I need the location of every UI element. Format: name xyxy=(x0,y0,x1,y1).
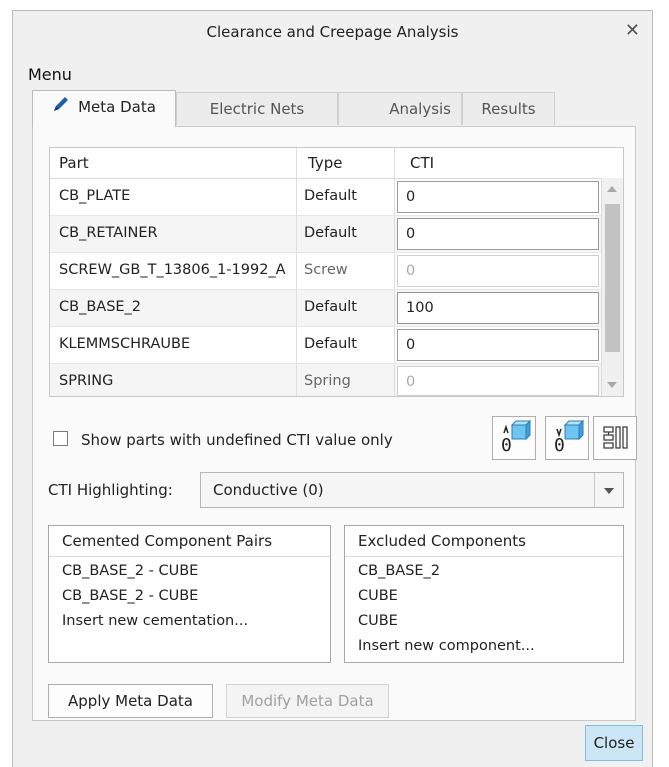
list-item[interactable]: CUBE xyxy=(358,588,398,604)
list-header: Cemented Component Pairs xyxy=(49,526,330,557)
column-header-cti[interactable]: CTI xyxy=(410,154,434,172)
dialog-window: Clearance and Creepage Analysis ✕ Menu M… xyxy=(12,10,653,767)
tab-electric-nets[interactable]: Electric Nets xyxy=(176,92,338,125)
modify-meta-data-button: Modify Meta Data xyxy=(226,684,389,718)
list-item[interactable]: CB_BASE_2 - CUBE xyxy=(62,563,198,579)
cti-input: 0 xyxy=(397,366,599,396)
menu[interactable]: Menu xyxy=(28,65,72,84)
export-cube-icon: 0 xyxy=(554,419,585,456)
tab-results[interactable]: Results xyxy=(462,92,555,125)
part-type: Default xyxy=(304,188,357,204)
part-name: SPRING xyxy=(59,373,114,389)
cti-input[interactable]: 100 xyxy=(397,292,599,324)
part-name: CB_BASE_2 xyxy=(59,299,142,315)
part-type: Spring xyxy=(304,373,351,389)
part-name: CB_RETAINER xyxy=(59,225,158,241)
import-cti-button[interactable]: 0 xyxy=(492,416,536,460)
dropdown-button[interactable] xyxy=(594,473,623,507)
column-header-type[interactable]: Type xyxy=(308,154,342,172)
title-bar: Clearance and Creepage Analysis ✕ xyxy=(13,11,652,53)
table-row[interactable]: SPRING Spring 0 xyxy=(50,364,602,396)
cti-input: 0 xyxy=(397,255,599,287)
tab-label: Results xyxy=(481,100,536,118)
undefined-cti-filter[interactable]: Show parts with undefined CTI value only xyxy=(53,431,393,449)
import-cube-icon: 0 xyxy=(501,419,532,456)
dialog-title: Clearance and Creepage Analysis xyxy=(206,23,459,41)
excluded-components-header: Excluded Components xyxy=(358,532,526,550)
list-item[interactable]: CUBE xyxy=(358,613,398,629)
part-name: KLEMMSCHRAUBE xyxy=(59,336,191,352)
list-item[interactable]: CB_BASE_2 - CUBE xyxy=(62,588,198,604)
part-type: Default xyxy=(304,336,357,352)
table-row[interactable]: CB_RETAINER Default 0 xyxy=(50,216,602,253)
scroll-up-icon[interactable] xyxy=(607,186,617,192)
export-cti-button[interactable]: 0 xyxy=(545,416,589,460)
cemented-pairs-list[interactable]: Cemented Component Pairs CB_BASE_2 - CUB… xyxy=(48,525,331,663)
select-value: Conductive (0) xyxy=(213,481,324,499)
table-row[interactable]: CB_PLATE Default 0 xyxy=(50,179,602,216)
table-header: Part Type CTI xyxy=(50,148,602,179)
close-button[interactable]: Close xyxy=(585,725,643,761)
table-layout-icon xyxy=(603,426,628,449)
part-type: Default xyxy=(304,225,357,241)
scroll-down-icon[interactable] xyxy=(607,382,617,388)
parts-table: Part Type CTI CB_PLATE Default 0 CB_RETA… xyxy=(49,147,624,397)
chevron-down-icon xyxy=(604,488,614,494)
svg-text:0: 0 xyxy=(554,435,565,456)
part-type: Screw xyxy=(304,262,348,278)
column-header-part[interactable]: Part xyxy=(59,154,89,172)
tab-label: Analysis xyxy=(389,100,451,118)
part-name: SCREW_GB_T_13806_1-1992_A xyxy=(59,262,286,278)
cti-highlighting-select[interactable]: Conductive (0) xyxy=(200,472,624,508)
tab-meta-data[interactable]: Meta Data xyxy=(32,90,176,127)
part-name: CB_PLATE xyxy=(59,188,131,204)
close-icon[interactable]: ✕ xyxy=(625,20,640,41)
excluded-components-list[interactable]: Excluded Components CB_BASE_2 CUBE CUBE … xyxy=(344,525,624,663)
cti-input[interactable]: 0 xyxy=(397,181,599,213)
table-row[interactable]: CB_BASE_2 Default 100 xyxy=(50,290,602,327)
table-row[interactable]: KLEMMSCHRAUBE Default 0 xyxy=(50,327,602,364)
tab-analysis[interactable]: Analysis xyxy=(338,92,462,125)
table-row[interactable]: SCREW_GB_T_13806_1-1992_A Screw 0 xyxy=(50,253,602,290)
table-scrollbar[interactable] xyxy=(601,178,623,396)
cemented-pairs-header: Cemented Component Pairs xyxy=(62,532,273,550)
tab-label: Electric Nets xyxy=(209,100,305,118)
insert-cementation-item[interactable]: Insert new cementation... xyxy=(62,613,248,629)
checkbox[interactable] xyxy=(53,431,68,446)
list-item[interactable]: CB_BASE_2 xyxy=(358,563,440,579)
cti-input[interactable]: 0 xyxy=(397,218,599,250)
insert-component-item[interactable]: Insert new component... xyxy=(358,638,535,654)
cti-highlighting-label: CTI Highlighting: xyxy=(48,481,173,499)
part-type: Default xyxy=(304,299,357,315)
apply-meta-data-button[interactable]: Apply Meta Data xyxy=(48,684,213,718)
svg-text:0: 0 xyxy=(501,435,512,456)
table-layout-button[interactable] xyxy=(593,416,637,460)
meta-data-panel: Part Type CTI CB_PLATE Default 0 CB_RETA… xyxy=(32,126,637,721)
tab-label: Meta Data xyxy=(78,98,156,116)
list-header: Excluded Components xyxy=(345,526,623,557)
pencil-icon xyxy=(52,92,70,124)
checkbox-label: Show parts with undefined CTI value only xyxy=(81,431,393,449)
scroll-thumb[interactable] xyxy=(605,204,620,352)
cti-input[interactable]: 0 xyxy=(397,329,599,361)
